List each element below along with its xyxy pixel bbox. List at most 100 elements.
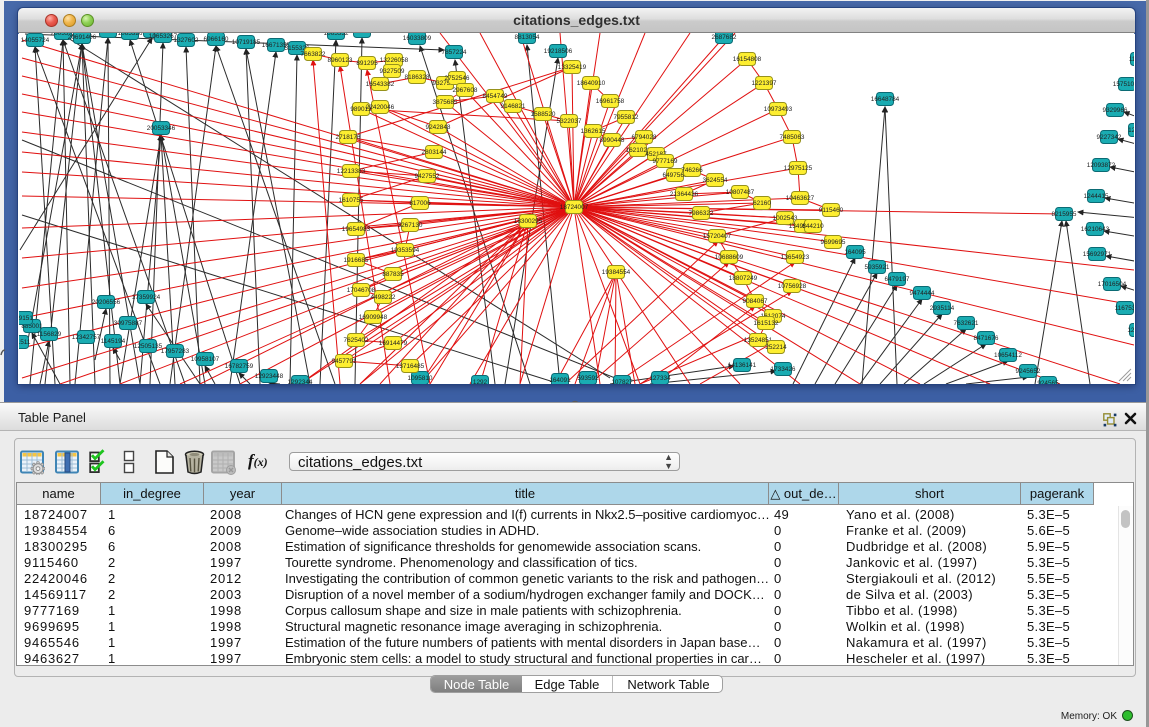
svg-text:12975125: 12975125 [784, 165, 813, 172]
svg-text:16210643: 16210643 [1081, 226, 1110, 233]
svg-text:7485063: 7485063 [780, 134, 805, 141]
svg-text:14055724: 14055724 [21, 37, 50, 44]
svg-text:9245652: 9245652 [1016, 368, 1041, 375]
svg-text:10719185: 10719185 [232, 39, 261, 46]
svg-text:39151: 39151 [19, 315, 33, 322]
svg-text:1145194: 1145194 [101, 338, 126, 345]
svg-text:13325419: 13325419 [558, 64, 587, 71]
svg-text:19384554: 19384554 [602, 269, 631, 276]
svg-text:8960123: 8960123 [328, 57, 353, 64]
svg-text:17957283: 17957283 [161, 348, 190, 355]
svg-text:17046708: 17046708 [347, 287, 376, 294]
svg-text:16914479: 16914479 [379, 340, 408, 347]
svg-text:1156829: 1156829 [37, 331, 62, 338]
svg-text:17016504: 17016504 [1098, 281, 1127, 288]
svg-text:1615132: 1615132 [754, 320, 779, 327]
svg-text:14136141: 14136141 [728, 362, 757, 369]
svg-text:15720407: 15720407 [703, 233, 732, 240]
svg-text:18300295: 18300295 [514, 218, 543, 225]
svg-text:12923448: 12923448 [255, 373, 284, 380]
svg-text:9227342: 9227342 [1097, 134, 1122, 141]
svg-text:13654923: 13654923 [781, 254, 810, 261]
svg-text:3875685: 3875685 [433, 99, 458, 106]
svg-text:10654112: 10654112 [994, 352, 1022, 359]
svg-text:1327602: 1327602 [174, 37, 199, 44]
svg-text:10807487: 10807487 [726, 189, 755, 196]
svg-text:8186328: 8186328 [405, 74, 430, 81]
svg-text:9427552: 9427552 [415, 173, 440, 180]
svg-text:1244415: 1244415 [1084, 193, 1109, 200]
svg-text:20691406: 20691406 [68, 34, 97, 41]
svg-text:9084067: 9084067 [743, 298, 768, 305]
svg-text:20206556: 20206556 [92, 299, 121, 306]
svg-text:1588520: 1588520 [531, 111, 556, 118]
svg-text:8813054: 8813054 [515, 34, 540, 41]
svg-text:391511: 391511 [19, 339, 31, 346]
svg-text:22420046: 22420046 [366, 104, 395, 111]
svg-text:127334: 127334 [649, 375, 671, 382]
svg-text:19654983: 19654983 [342, 226, 371, 233]
svg-text:120455: 120455 [1127, 327, 1134, 334]
svg-text:16961758: 16961758 [596, 98, 625, 105]
svg-text:7955812: 7955812 [614, 114, 639, 121]
svg-text:21364436: 21364436 [670, 191, 699, 198]
svg-text:16543382: 16543382 [366, 81, 395, 88]
svg-text:20053346: 20053346 [147, 125, 176, 132]
svg-text:3624554: 3624554 [703, 177, 728, 184]
svg-text:2803144: 2803144 [422, 149, 447, 156]
svg-text:15692971: 15692971 [1083, 251, 1112, 258]
svg-text:10463627: 10463627 [786, 195, 815, 202]
svg-text:9242848: 9242848 [426, 124, 451, 131]
svg-text:817006: 817006 [409, 200, 431, 207]
svg-text:746266: 746266 [681, 167, 703, 174]
svg-text:1610755: 1610755 [339, 197, 364, 204]
svg-text:5935921: 5935921 [865, 264, 890, 271]
svg-text:1095810: 1095810 [408, 375, 433, 382]
svg-text:8990448: 8990448 [600, 137, 625, 144]
svg-text:10973493: 10973493 [764, 106, 793, 113]
svg-text:12213383: 12213383 [337, 168, 366, 175]
svg-text:1292: 1292 [473, 379, 488, 384]
svg-text:593592: 593592 [577, 375, 599, 382]
svg-text:16782759: 16782759 [225, 363, 254, 370]
svg-text:12093872: 12093872 [1087, 162, 1116, 169]
svg-text:9146821: 9146821 [501, 103, 526, 110]
svg-text:924565: 924565 [1037, 380, 1059, 384]
svg-text:887835: 887835 [382, 271, 404, 278]
svg-text:2718176: 2718176 [336, 134, 361, 141]
svg-text:9327509: 9327509 [380, 68, 405, 75]
svg-text:3267130: 3267130 [398, 222, 423, 229]
svg-text:13716485: 13716485 [396, 363, 425, 370]
svg-text:7632621: 7632621 [954, 320, 979, 327]
svg-text:1362615: 1362615 [581, 128, 606, 135]
svg-text:9699695: 9699695 [821, 239, 846, 246]
svg-text:9115460: 9115460 [819, 207, 844, 214]
svg-text:16033809: 16033809 [403, 35, 432, 42]
svg-text:18724007: 18724007 [560, 204, 589, 211]
svg-text:2687682: 2687682 [712, 34, 737, 41]
svg-text:9777169: 9777169 [653, 158, 678, 165]
svg-text:18807249: 18807249 [729, 275, 758, 282]
svg-text:17359924: 17359924 [132, 294, 161, 301]
svg-text:252214: 252214 [765, 344, 787, 351]
svg-text:10756928: 10756928 [778, 283, 807, 290]
svg-text:13226058: 13226058 [380, 57, 409, 64]
svg-text:9457791: 9457791 [332, 358, 357, 365]
svg-text:12774: 12774 [1128, 127, 1134, 134]
svg-text:16154808: 16154808 [733, 56, 762, 63]
svg-text:9474444: 9474444 [910, 290, 935, 297]
svg-text:844210: 844210 [802, 223, 824, 230]
svg-text:30975887: 30975887 [114, 320, 143, 327]
svg-text:1916685: 1916685 [344, 257, 369, 264]
svg-text:10688609: 10688609 [715, 254, 744, 261]
svg-text:1065532: 1065532 [324, 33, 349, 37]
svg-text:5322037: 5322037 [557, 118, 582, 125]
svg-text:6479197: 6479197 [885, 276, 910, 283]
svg-text:1002543: 1002543 [773, 215, 798, 222]
svg-text:2967608: 2967608 [453, 87, 478, 94]
svg-text:15751074: 15751074 [1113, 81, 1134, 88]
svg-text:164091: 164091 [549, 377, 571, 384]
svg-text:62160: 62160 [753, 200, 771, 207]
svg-text:16648784: 16648784 [871, 96, 900, 103]
svg-text:10958107: 10958107 [191, 356, 220, 363]
